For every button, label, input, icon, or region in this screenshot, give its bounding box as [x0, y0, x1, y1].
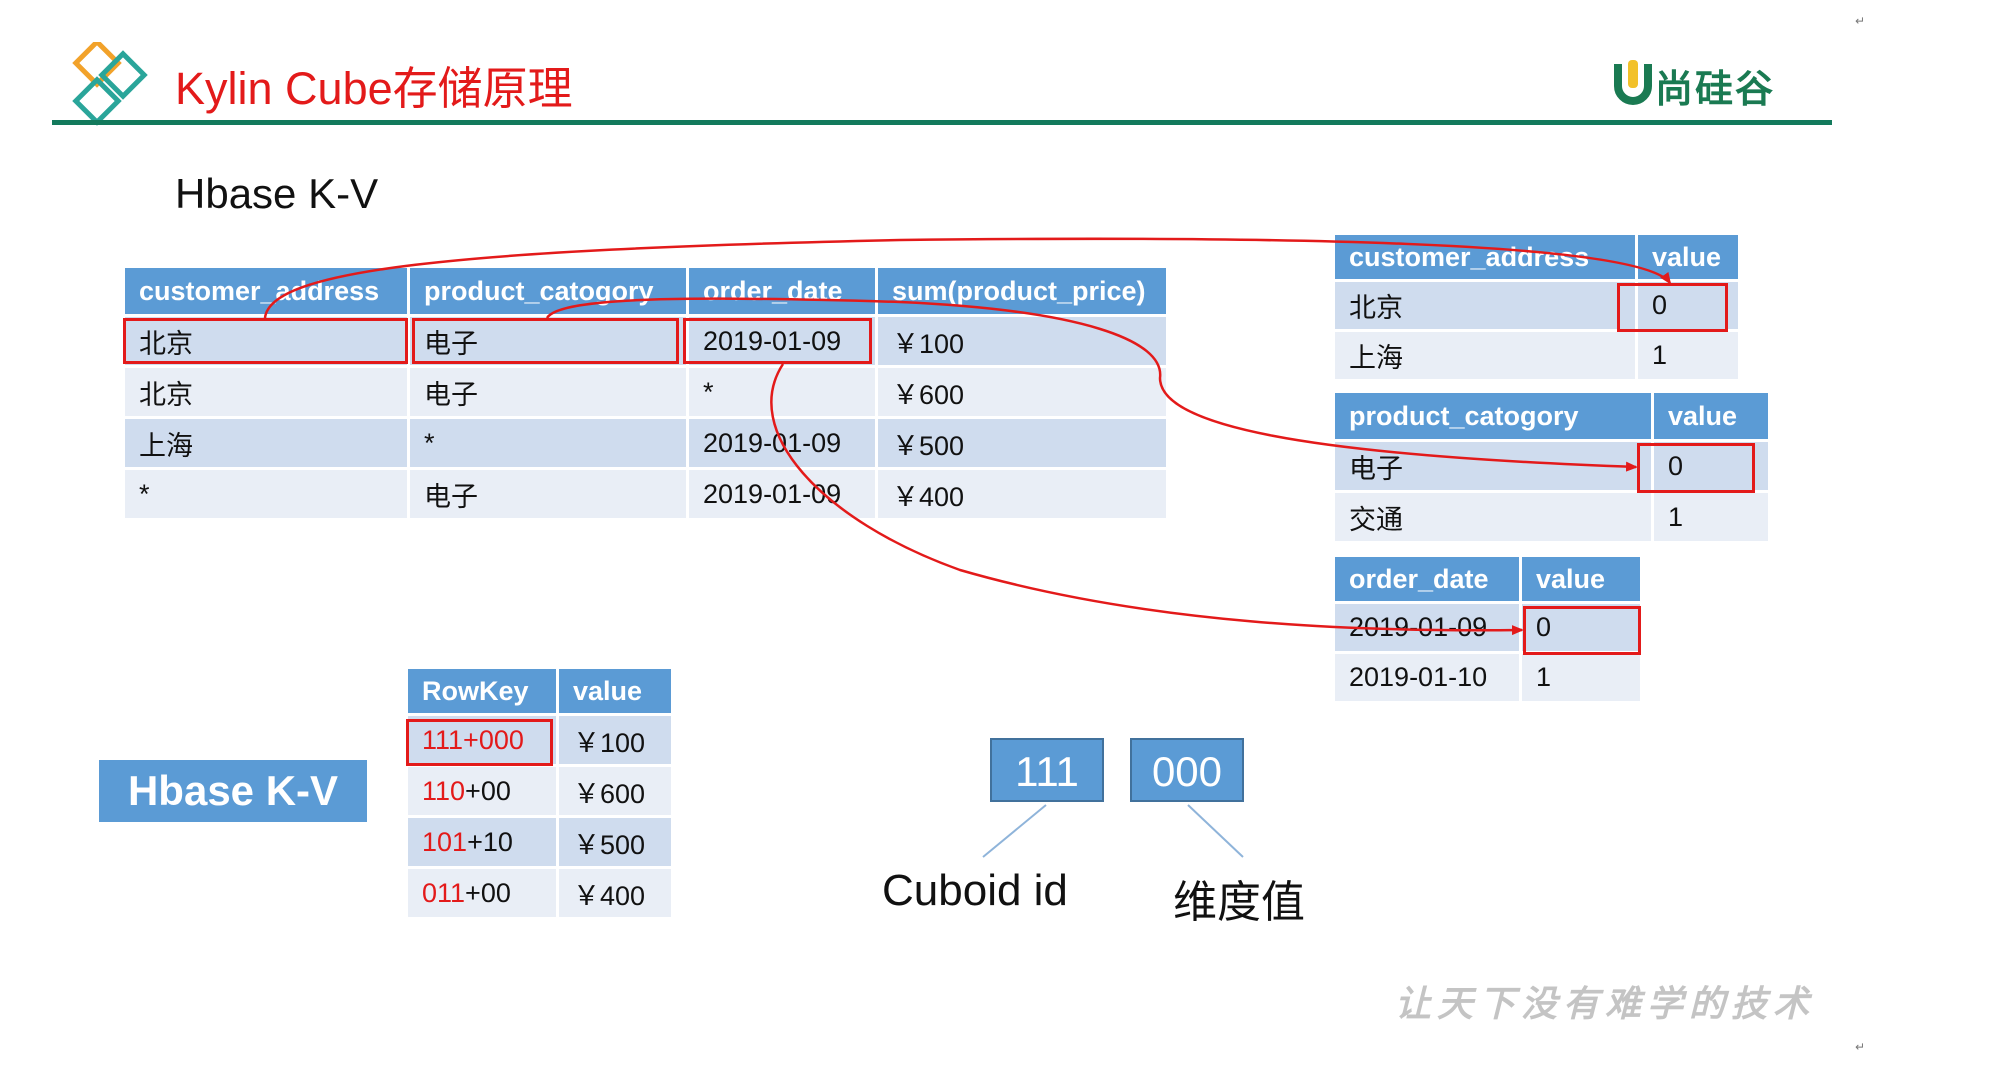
mapping-arrows [263, 237, 1672, 636]
slogan-watermark: 让天下没有难学的技术 [1395, 983, 1816, 1025]
arrow-date-mapping [770, 363, 1524, 636]
arrow-category-mapping [545, 297, 1638, 472]
